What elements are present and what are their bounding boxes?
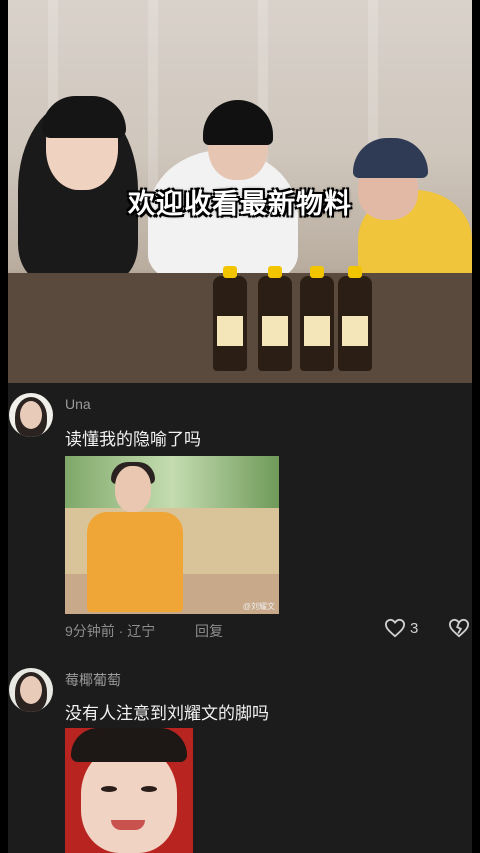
comment-text: 读懂我的隐喻了吗 [65,430,201,449]
sauce-bottle [300,266,334,371]
person-right-hat [353,138,428,178]
person-left-hair [42,96,126,138]
comment-location: 辽宁 [127,623,156,639]
like-count: 3 [410,619,419,637]
dislike-button[interactable] [448,618,470,638]
comment-panel: Una 读懂我的隐喻了吗 @刘耀文 9分钟前 · 辽宁 回复 3 莓椰葡萄 没有… [8,383,472,853]
comment-username[interactable]: Una [65,396,91,412]
comment-username[interactable]: 莓椰葡萄 [65,670,121,690]
heart-outline-icon [384,618,406,638]
comment-image[interactable]: @刘耀文 [65,456,279,614]
image-window [65,456,279,508]
video-player[interactable]: 欢迎收看最新物料 [8,0,472,383]
like-button[interactable]: 3 [384,618,418,638]
avatar[interactable] [9,668,53,712]
comment-time: 9分钟前 [65,623,115,639]
image-person-eye [141,786,157,792]
sauce-bottle [338,266,372,371]
avatar-face [20,401,42,429]
video-caption: 欢迎收看最新物料 [128,189,352,220]
meta-separator: · [114,623,128,639]
image-person-eye [101,786,117,792]
comment-text: 没有人注意到刘耀文的脚吗 [65,704,269,723]
reply-button[interactable]: 回复 [195,621,223,641]
avatar-face [20,676,42,704]
sauce-bottle [213,266,247,371]
sauce-bottle [258,266,292,371]
image-person-face [115,466,151,512]
image-person-shirt [87,512,183,612]
image-watermark: @刘耀文 [242,602,275,611]
comment-image[interactable] [65,728,193,853]
image-person-mouth [111,820,145,830]
avatar[interactable] [9,393,53,437]
comment-meta: 9分钟前 · 辽宁 [65,621,155,641]
image-person-face [81,746,177,853]
broken-heart-icon [448,618,470,638]
image-person-hair [71,728,187,762]
